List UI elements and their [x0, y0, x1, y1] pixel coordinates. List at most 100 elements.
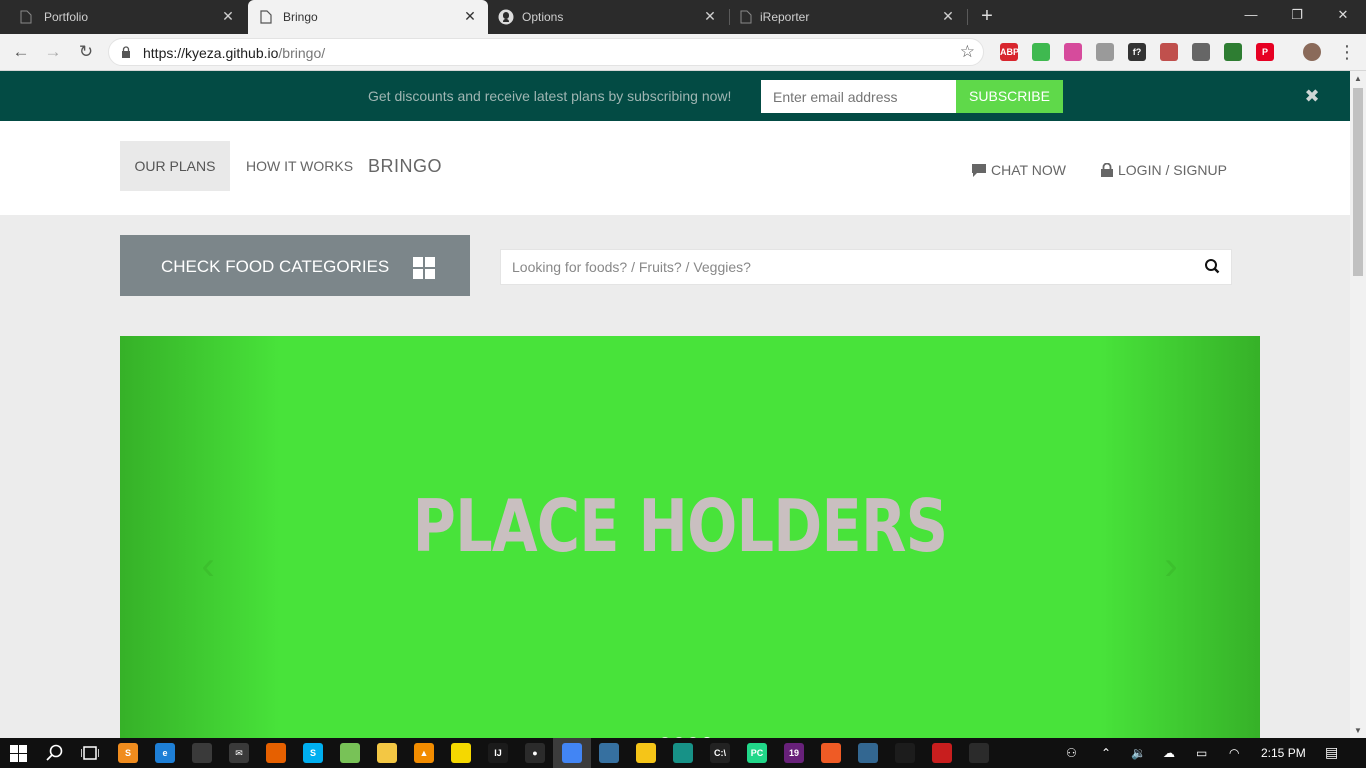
tab-title: Portfolio — [44, 10, 89, 24]
address-bar[interactable]: https://kyeza.github.io/bringo/ ☆ — [108, 38, 984, 66]
clock-time[interactable]: 2:15 PM — [1261, 746, 1306, 760]
tab-close-button[interactable]: ✕ — [220, 8, 236, 24]
nav-how-it-works[interactable]: HOW IT WORKS — [246, 158, 353, 174]
tab-options[interactable]: Options ✕ — [488, 0, 728, 34]
git-icon[interactable] — [969, 743, 989, 763]
new-tab-button[interactable]: + — [977, 6, 997, 26]
battery-icon[interactable]: ▭ — [1196, 746, 1207, 760]
chrome-icon[interactable] — [562, 743, 582, 763]
back-arrow-icon[interactable]: ← — [9, 40, 33, 64]
carousel-prev-arrow[interactable]: ‹ — [196, 546, 220, 586]
page-icon — [260, 10, 272, 24]
scroll-up-arrow[interactable]: ▲ — [1354, 74, 1362, 83]
window-close-button[interactable]: ✕ — [1320, 0, 1366, 30]
postgres-icon[interactable] — [858, 743, 878, 763]
site-header: OUR PLANS HOW IT WORKS BRINGO CHAT NOW L… — [0, 121, 1350, 215]
check-food-categories-button[interactable]: CHECK FOOD CATEGORIES — [120, 235, 470, 296]
chat-bubble-icon — [972, 164, 986, 177]
browser-tab-strip: Portfolio ✕ Bringo ✕ Options ✕ iReporter… — [0, 0, 1366, 34]
postman-icon[interactable] — [821, 743, 841, 763]
chrome-menu-icon[interactable]: ⋮ — [1338, 41, 1356, 63]
chat-now-label: CHAT NOW — [991, 162, 1066, 178]
page-icon — [740, 10, 752, 24]
font-finder-icon[interactable]: f? — [1128, 43, 1146, 61]
emoji-app-icon[interactable] — [636, 743, 656, 763]
adblock-plus-icon[interactable]: ABP — [1000, 43, 1019, 61]
github-desktop-icon[interactable]: ● — [525, 743, 545, 763]
profile-avatar[interactable] — [1303, 43, 1321, 61]
tab-close-button[interactable]: ✕ — [462, 8, 478, 24]
minimize-button[interactable]: — — [1228, 0, 1274, 30]
devtools-extension-icon[interactable] — [1192, 43, 1210, 61]
pinterest-icon[interactable]: P — [1256, 43, 1274, 61]
search-button[interactable] — [1195, 250, 1231, 284]
firefox-icon[interactable] — [266, 743, 286, 763]
color-picker-icon[interactable] — [1064, 43, 1082, 61]
url-text: https://kyeza.github.io/bringo/ — [143, 45, 325, 61]
tab-title: iReporter — [760, 10, 810, 24]
intellij-icon[interactable]: IJ — [488, 743, 508, 763]
pdf-extension-icon[interactable] — [1160, 43, 1178, 61]
tab-close-button[interactable]: ✕ — [702, 8, 718, 24]
mail-icon[interactable]: ✉ — [229, 743, 249, 763]
scrollbar-thumb[interactable] — [1353, 88, 1363, 276]
url-host: https://kyeza.github.io — [143, 45, 279, 61]
chat-now-link[interactable]: CHAT NOW — [972, 162, 1066, 178]
bookmark-star-icon[interactable]: ☆ — [960, 42, 975, 62]
nav-our-plans[interactable]: OUR PLANS — [120, 141, 230, 191]
file-explorer-icon[interactable] — [377, 743, 397, 763]
terminal-icon[interactable] — [895, 743, 915, 763]
url-path: /bringo/ — [278, 45, 326, 61]
carousel-next-arrow[interactable]: › — [1159, 546, 1183, 586]
close-icon[interactable]: ✖ — [1302, 86, 1322, 106]
vlc-icon[interactable]: ▲ — [414, 743, 434, 763]
command-prompt-icon[interactable]: C:\ — [710, 743, 730, 763]
tab-bringo[interactable]: Bringo ✕ — [248, 0, 488, 34]
volume-icon[interactable]: 🔉 — [1131, 746, 1146, 760]
scroll-down-arrow[interactable]: ▼ — [1354, 726, 1362, 735]
visual-studio-icon[interactable]: 19 — [784, 743, 804, 763]
pycharm-icon[interactable]: PC — [747, 743, 767, 763]
search-icon[interactable] — [46, 744, 64, 762]
forward-arrow-icon[interactable]: → — [41, 40, 65, 64]
android-studio-icon[interactable] — [340, 743, 360, 763]
maximize-button[interactable]: ❐ — [1274, 0, 1320, 30]
reload-icon[interactable]: ↻ — [74, 40, 98, 64]
categories-label: CHECK FOOD CATEGORIES — [161, 257, 390, 276]
page-scrollbar[interactable]: ▲ ▼ — [1350, 71, 1366, 738]
sticky-notes-icon[interactable] — [451, 743, 471, 763]
tab-ireporter[interactable]: iReporter ✕ — [730, 0, 966, 34]
globe-extension-icon[interactable] — [1224, 43, 1242, 61]
search-input[interactable] — [501, 250, 1191, 284]
grid-icon — [413, 257, 435, 279]
shield-extension-icon[interactable] — [1032, 43, 1050, 61]
tab-portfolio[interactable]: Portfolio ✕ — [0, 0, 246, 34]
browser-toolbar: ← → ↻ https://kyeza.github.io/bringo/ ☆ … — [0, 34, 1366, 71]
login-signup-link[interactable]: LOGIN / SIGNUP — [1101, 162, 1227, 178]
sublime-text-icon[interactable]: S — [118, 743, 138, 763]
slide-placeholder-text: PLACE HOLDERS — [412, 484, 949, 568]
windows-start-icon[interactable] — [10, 745, 27, 762]
login-signup-label: LOGIN / SIGNUP — [1118, 162, 1227, 178]
lock-icon — [1101, 163, 1113, 177]
onedrive-icon[interactable]: ☁ — [1163, 746, 1175, 760]
people-icon[interactable]: ⚇ — [1066, 746, 1077, 760]
wifi-icon[interactable]: ◠ — [1229, 746, 1239, 760]
task-view-icon[interactable] — [81, 745, 99, 761]
skype-icon[interactable]: S — [303, 743, 323, 763]
subscribe-button[interactable]: SUBSCRIBE — [956, 80, 1063, 113]
gitkraken-icon[interactable] — [673, 743, 693, 763]
store-icon[interactable] — [192, 743, 212, 763]
python-idle-icon[interactable] — [599, 743, 619, 763]
tab-close-button[interactable]: ✕ — [940, 8, 956, 24]
chevron-up-icon[interactable]: ⌃ — [1101, 746, 1111, 760]
edge-icon[interactable]: e — [155, 743, 175, 763]
brand-logo[interactable]: BRINGO — [368, 156, 442, 177]
notifications-icon[interactable]: ▤ — [1325, 744, 1338, 761]
laravel-icon[interactable] — [932, 743, 952, 763]
email-input[interactable] — [761, 80, 956, 113]
lock-icon — [122, 46, 130, 58]
grid-extension-icon[interactable] — [1096, 43, 1114, 61]
page-icon — [20, 10, 32, 24]
search-icon — [1205, 259, 1220, 274]
